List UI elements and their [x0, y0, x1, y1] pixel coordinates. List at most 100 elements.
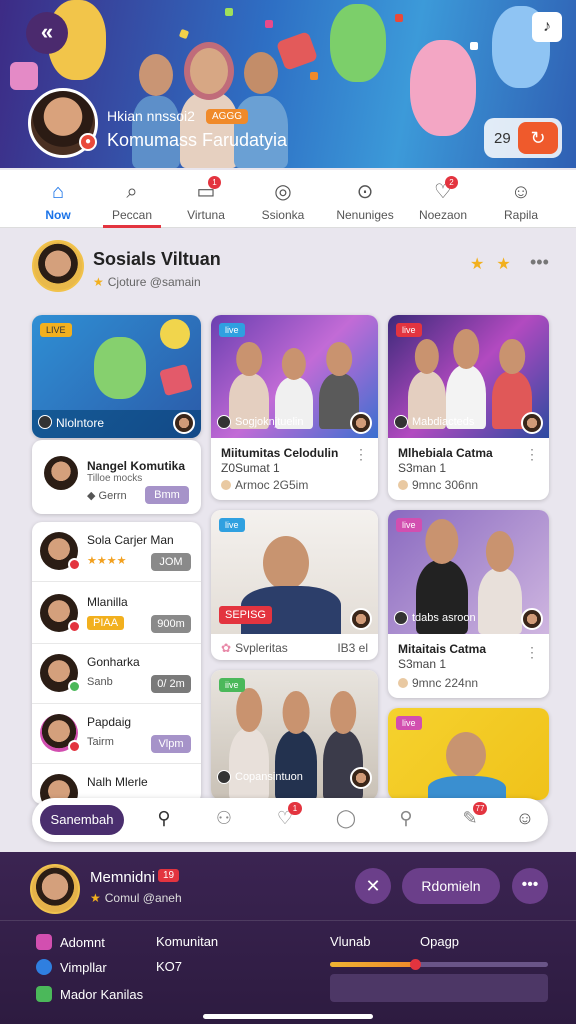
divider: [0, 920, 576, 921]
community-avatar[interactable]: [32, 240, 84, 292]
channel-icon: [217, 770, 231, 784]
nav-label: Virtuna: [187, 208, 225, 222]
list-item-rating: ★★★★: [87, 555, 127, 567]
magnify-icon: ⊙: [356, 181, 374, 203]
footer-link[interactable]: Mador Kanilas: [36, 986, 143, 1006]
profile-pill[interactable]: Bmm: [145, 486, 189, 504]
list-item-name: Gonharka: [87, 655, 140, 669]
person: [478, 568, 522, 634]
nav-item-now[interactable]: ⌂ Now: [17, 170, 99, 228]
people-icon[interactable]: ⚇: [211, 808, 237, 832]
slider-thumb[interactable]: [410, 959, 422, 970]
chat-bubble-icon[interactable]: ◯: [333, 808, 359, 832]
kebab-icon: ⋮: [525, 446, 539, 462]
card-caption: tdabs asroon: [412, 612, 476, 624]
back-button[interactable]: «: [26, 12, 68, 54]
live-card[interactable]: live tdabs asroon Mitaitais Catma S3man …: [388, 510, 549, 698]
share-button[interactable]: ↻: [518, 122, 558, 154]
footer-link[interactable]: Vimpllar: [36, 959, 107, 979]
list-item[interactable]: Gonharka Sanb 0/ 2m: [32, 644, 201, 704]
card-menu-button[interactable]: ⋮: [354, 446, 368, 463]
page-subtitle-text: Cjoture @samain: [107, 275, 201, 289]
primary-action-button[interactable]: Rdomieln: [402, 868, 500, 904]
live-card[interactable]: LIVE Nlolntore: [32, 315, 201, 438]
live-card[interactable]: live: [388, 708, 549, 800]
back-chevron-icon: «: [40, 19, 54, 44]
level-badge: 19: [158, 869, 180, 882]
nav-label: Peccan: [111, 208, 153, 222]
live-card[interactable]: live Mabdiacteds Mlhebiala Catma S3man 1…: [388, 315, 549, 500]
confetti: [178, 28, 190, 40]
confetti: [265, 20, 273, 28]
hero-title: Komumass Farudatyia: [107, 130, 288, 150]
progress-slider[interactable]: [330, 959, 548, 970]
coin-icon: [398, 678, 408, 688]
card-meta-text: Armoc 2G5im: [235, 478, 309, 492]
card-title: Mlhebiala Catma: [398, 446, 493, 460]
chat-icon: ▭ 1: [193, 176, 221, 204]
user-icon[interactable]: ⚲: [393, 808, 419, 832]
toy-figure-green: [94, 337, 146, 399]
home-tab-button[interactable]: Sanembah: [40, 805, 124, 835]
nav-label: Nenuniges: [336, 208, 394, 222]
toy-figure-green: [330, 4, 386, 82]
confetti: [225, 8, 233, 16]
live-tag: iive: [219, 678, 245, 692]
nav-item-peccan[interactable]: ⌕ Peccan: [91, 170, 173, 228]
footer-info: Komunitan: [156, 934, 219, 949]
close-button[interactable]: ✕: [355, 868, 391, 904]
live-card[interactable]: live Sogjoknjtuelin Miitumitas Celodulin…: [211, 315, 378, 500]
confetti: [395, 14, 403, 22]
hero-badge: AGGG: [206, 109, 249, 124]
live-card[interactable]: iive Copansintuon: [211, 670, 378, 800]
channel-icon: [217, 415, 231, 429]
list-item-name: Sola Carjer Man: [87, 533, 174, 547]
dot-icon: ◆: [87, 490, 99, 502]
list-item-sub: Sanb: [87, 676, 113, 688]
globe-icon: [36, 959, 52, 975]
music-button[interactable]: ♪: [532, 12, 562, 42]
profile-meta-text: Gerrn: [98, 490, 127, 502]
nav-item-ssionka[interactable]: ◎ Ssionka: [242, 170, 324, 228]
card-title: Miitumitas Celodulin: [221, 446, 339, 460]
nav-item-nenuniges[interactable]: ⊙ Nenuniges: [324, 170, 406, 228]
card-menu-button[interactable]: ⋮: [525, 644, 539, 661]
avatar[interactable]: [30, 864, 80, 914]
live-tag: live: [219, 323, 245, 337]
more-button[interactable]: •••: [512, 868, 548, 904]
progress-label: Opagp: [420, 934, 460, 949]
avatar: [44, 456, 78, 490]
card-menu-button[interactable]: ⋮: [525, 446, 539, 463]
status-dot-icon: [68, 740, 81, 753]
progress-fill: [330, 962, 416, 967]
person: [323, 730, 363, 800]
nav-item-noezaon[interactable]: ♡ 2 Noezaon: [402, 170, 484, 228]
list-item[interactable]: Sola Carjer Man ★★★★ JOM: [32, 522, 201, 582]
card-subtitle: S3man 1: [398, 461, 447, 475]
nav-item-virtuna[interactable]: ▭ 1 Virtuna: [165, 170, 247, 228]
nav-item-rapila[interactable]: ☺ Rapila: [480, 170, 562, 228]
status-dot-icon: [68, 680, 81, 693]
rating-stars[interactable]: ★★: [470, 254, 523, 274]
home-indicator: [203, 1014, 373, 1019]
toy-figure-pink: [410, 40, 476, 136]
list-item[interactable]: Papdaig Tairm Vlpm: [32, 704, 201, 764]
hero-avatar[interactable]: ●: [28, 88, 98, 158]
page-title: Sosials Viltuan: [93, 249, 221, 269]
emoji-icon[interactable]: ☺: [512, 808, 538, 832]
heart-icon[interactable]: ♡ 1: [272, 802, 302, 832]
list-item[interactable]: Mlanilla PIAA 900m: [32, 584, 201, 644]
card-caption: Copansintuon: [235, 771, 303, 783]
toolbar-badge: 77: [473, 802, 487, 815]
input-field[interactable]: [330, 974, 548, 1002]
profile-card[interactable]: Nangel Komutika Tilloe mocks ◆ Gerrn Bmm: [32, 440, 201, 514]
footer-link[interactable]: Adomnt: [36, 934, 105, 954]
edit-icon[interactable]: ✎ 77: [457, 802, 487, 832]
more-options-button[interactable]: •••: [530, 252, 549, 273]
kebab-icon: ⋮: [525, 644, 539, 660]
live-card[interactable]: live SEPISG ✿ Svpleritas IB3 el: [211, 510, 378, 660]
person-icon[interactable]: ⚲: [151, 808, 177, 832]
profile-subtitle-text: Comul @aneh: [104, 891, 182, 905]
live-tag: live: [396, 518, 422, 532]
live-indicator-icon: ●: [79, 133, 97, 151]
